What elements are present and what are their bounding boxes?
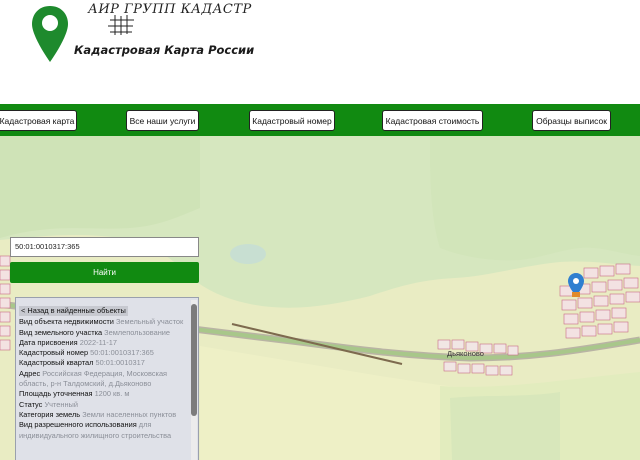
info-row: Площадь уточненная 1200 кв. м bbox=[19, 389, 130, 399]
village-label: Дьяконово bbox=[447, 349, 484, 358]
main-nav: Кадастровая карта Все наши услуги Кадаст… bbox=[0, 104, 640, 136]
nav-cadastral-map-button[interactable]: Кадастровая карта bbox=[0, 110, 77, 131]
info-row: Вид земельного участка Землепользование bbox=[19, 327, 171, 337]
hash-sketch-icon bbox=[108, 15, 134, 35]
nav-samples-button[interactable]: Образцы выписок bbox=[532, 110, 611, 131]
info-row: Вид разрешенного использования для индив… bbox=[19, 420, 172, 440]
map-pin-logo-icon bbox=[32, 6, 68, 62]
site-header: АИР ГРУПП КАДАСТР Кадастровая Карта Росс… bbox=[0, 0, 640, 104]
find-button[interactable]: Найти bbox=[10, 262, 199, 283]
info-row: Вид объекта недвижимости Земельный участ… bbox=[19, 317, 184, 327]
panel-scrollbar-thumb[interactable] bbox=[191, 304, 197, 416]
logo-title: Кадастровая Карта России bbox=[74, 43, 255, 57]
nav-cadastral-number-button[interactable]: Кадастровый номер bbox=[249, 110, 335, 131]
info-row: Адрес Российская Федерация, Московская о… bbox=[19, 368, 168, 389]
info-row: Категория земель Земли населенных пункто… bbox=[19, 409, 177, 419]
info-row: Статус Учтенный bbox=[19, 399, 78, 409]
info-row: Дата присвоения 2022-11-17 bbox=[19, 337, 117, 347]
nav-cadastral-value-button[interactable]: Кадастровая стоимость bbox=[382, 110, 483, 131]
info-row: Кадастровый квартал 50:01:0010317 bbox=[19, 358, 145, 368]
info-row: Кадастровый номер 50:01:0010317:365 bbox=[19, 348, 154, 358]
nav-all-services-button[interactable]: Все наши услуги bbox=[126, 110, 199, 131]
cadastral-search-input[interactable]: 50:01:0010317:365 bbox=[10, 237, 199, 257]
object-info-panel: < Назад в найденные объекты Вид объекта … bbox=[15, 297, 199, 460]
back-to-results-link[interactable]: < Назад в найденные объекты bbox=[19, 306, 128, 317]
